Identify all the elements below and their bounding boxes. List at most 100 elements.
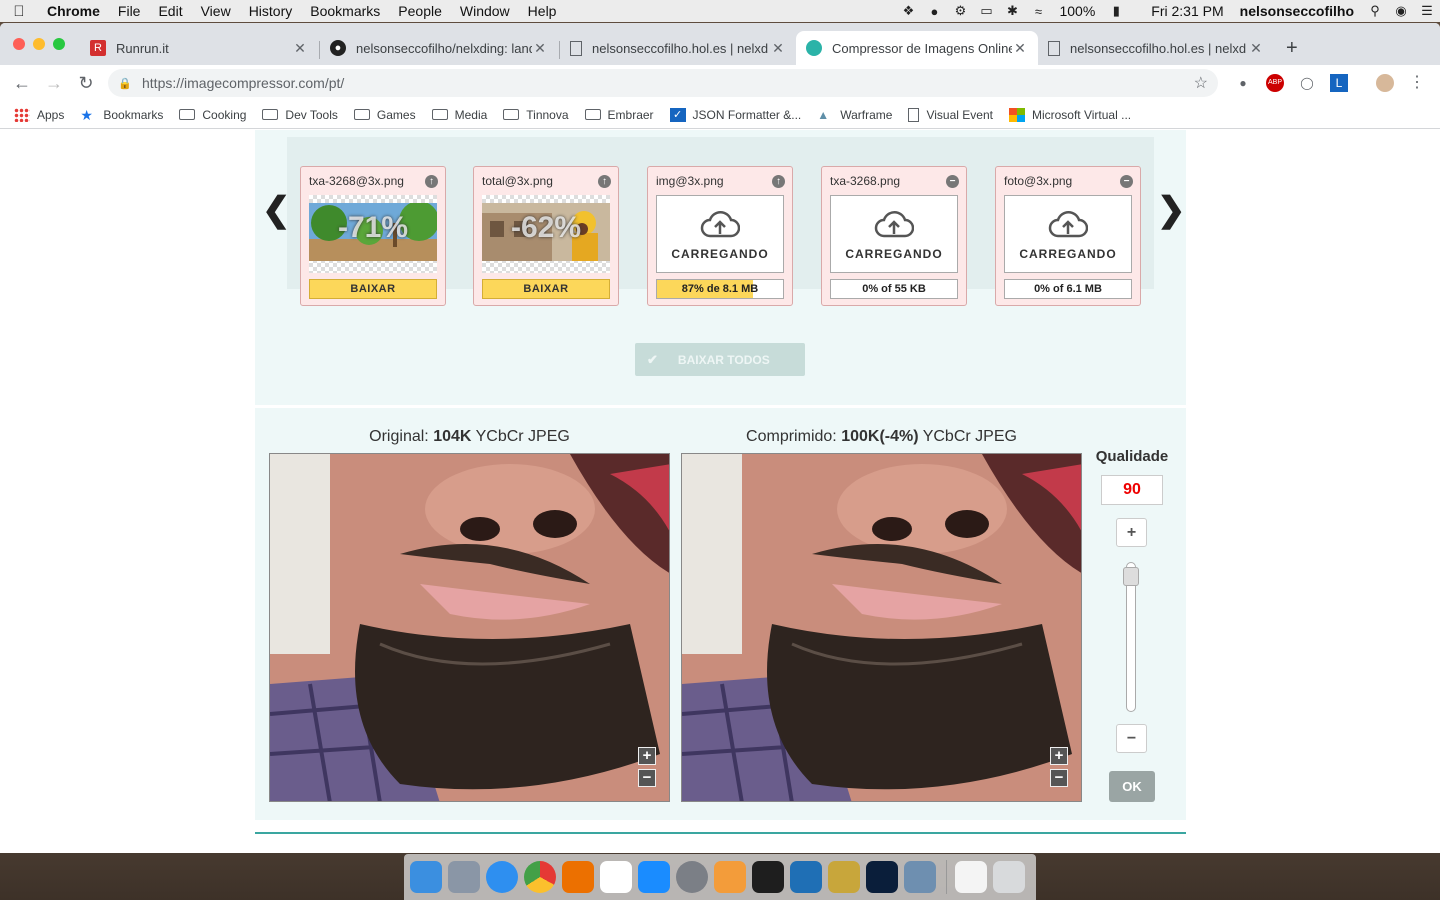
arrow-up-icon[interactable]: ↑	[425, 175, 438, 188]
vscode-icon[interactable]	[790, 861, 822, 893]
tab-nelxd-2[interactable]: nelsonseccofilho.hol.es | nelxd ✕	[1038, 31, 1274, 65]
bookmark-cooking[interactable]: Cooking	[179, 108, 246, 122]
menu-help[interactable]: Help	[519, 3, 566, 19]
itau-icon[interactable]	[562, 861, 594, 893]
transporter-icon[interactable]	[828, 861, 860, 893]
address-bar[interactable]: 🔒 https://imagecompressor.com/pt/ ☆	[108, 69, 1218, 97]
tab-compressor[interactable]: Compressor de Imagens Online ✕	[796, 31, 1038, 65]
photoshop-icon[interactable]	[866, 861, 898, 893]
close-tab-icon[interactable]: ✕	[532, 40, 548, 57]
bookmark-bookmarks[interactable]: ★ Bookmarks	[80, 108, 163, 122]
safari-icon[interactable]	[486, 861, 518, 893]
menu-kebab-icon[interactable]: ⋮	[1408, 74, 1426, 92]
user-name[interactable]: nelsonseccofilho	[1232, 3, 1362, 19]
bookmark-games[interactable]: Games	[353, 108, 416, 122]
quality-decrease-button[interactable]: −	[1116, 724, 1147, 753]
sync-icon[interactable]: ⚙	[947, 3, 973, 19]
menu-view[interactable]: View	[192, 3, 240, 19]
bookmark-json-formatter[interactable]: ✓ JSON Formatter &...	[669, 107, 801, 122]
adblock-icon[interactable]: ABP	[1266, 74, 1284, 92]
calendar-icon[interactable]	[600, 861, 632, 893]
menu-history[interactable]: History	[240, 3, 302, 19]
original-image-viewer[interactable]: + −	[269, 453, 670, 802]
bookmark-apps[interactable]: Apps	[14, 107, 64, 122]
transmit-icon[interactable]	[714, 861, 746, 893]
new-tab-button[interactable]: +	[1286, 37, 1298, 60]
terminal-icon[interactable]	[752, 861, 784, 893]
download-all-button[interactable]: ✔ BAIXAR TODOS	[635, 343, 805, 376]
ok-button[interactable]: OK	[1109, 771, 1155, 802]
close-tab-icon[interactable]: ✕	[1248, 40, 1264, 57]
zoom-window-button[interactable]	[53, 38, 65, 50]
tab-nelxd-1[interactable]: nelsonseccofilho.hol.es | nelxd ✕	[560, 31, 796, 65]
siri-icon[interactable]: ◉	[1388, 3, 1414, 19]
download-button[interactable]: BAIXAR	[482, 279, 610, 299]
airplay-icon[interactable]: ▭	[973, 3, 999, 19]
quality-increase-button[interactable]: +	[1116, 518, 1147, 547]
profile-avatar[interactable]	[1376, 74, 1394, 92]
prev-arrow-icon[interactable]: ❮	[262, 190, 291, 230]
tab-runrun[interactable]: R Runrun.it ✕	[80, 31, 318, 65]
reload-icon[interactable]: ↻	[74, 71, 98, 95]
zoom-out-button[interactable]: −	[638, 769, 656, 787]
apple-icon[interactable]: 	[0, 3, 38, 20]
zoom-in-button[interactable]: +	[1050, 747, 1068, 765]
url-text[interactable]: https://imagecompressor.com/pt/	[142, 75, 344, 91]
wifi-icon[interactable]: ≈	[1025, 4, 1051, 19]
launchpad-icon[interactable]	[448, 861, 480, 893]
arrow-up-icon[interactable]: ↑	[598, 175, 611, 188]
menu-bookmarks[interactable]: Bookmarks	[301, 3, 389, 19]
document-icon[interactable]	[955, 861, 987, 893]
extension-icon[interactable]: ◯	[1298, 74, 1316, 92]
app-store-icon[interactable]	[638, 861, 670, 893]
back-icon[interactable]: ←	[10, 71, 34, 95]
battery-percent[interactable]: 100%	[1051, 3, 1103, 19]
minimize-window-button[interactable]	[33, 38, 45, 50]
remove-icon[interactable]: −	[946, 175, 959, 188]
bookmark-microsoft-virtual[interactable]: Microsoft Virtual ...	[1008, 107, 1131, 122]
close-tab-icon[interactable]: ✕	[292, 40, 308, 57]
bookmark-dev-tools[interactable]: Dev Tools	[262, 108, 338, 122]
download-button[interactable]: BAIXAR	[309, 279, 437, 299]
system-preferences-icon[interactable]	[676, 861, 708, 893]
notification-center-icon[interactable]: ☰	[1414, 3, 1440, 19]
clock[interactable]: Fri 2:31 PM	[1143, 3, 1231, 19]
menu-window[interactable]: Window	[451, 3, 519, 19]
menu-people[interactable]: People	[389, 3, 451, 19]
bookmark-media[interactable]: Media	[431, 108, 487, 122]
quality-slider-handle[interactable]	[1123, 567, 1139, 586]
menu-edit[interactable]: Edit	[149, 3, 191, 19]
quality-input[interactable]: 90	[1101, 475, 1163, 505]
page-content: ❮ ❯ txa-3268@3x.png ↑ -71% BAIXAR total@…	[0, 130, 1440, 853]
extension-icon[interactable]: L	[1330, 74, 1348, 92]
bookmark-tinnova[interactable]: Tinnova	[503, 108, 569, 122]
close-tab-icon[interactable]: ✕	[770, 40, 786, 57]
arrow-up-icon[interactable]: ↑	[772, 175, 785, 188]
compressed-image-viewer[interactable]: + −	[681, 453, 1082, 802]
bookmark-warframe[interactable]: ▲ Warframe	[817, 108, 892, 122]
forward-icon[interactable]: →	[42, 71, 66, 95]
extension-icon[interactable]: ●	[1234, 74, 1252, 92]
remove-icon[interactable]: −	[1120, 175, 1133, 188]
bookmark-embraer[interactable]: Embraer	[584, 108, 654, 122]
zoom-in-button[interactable]: +	[638, 747, 656, 765]
tab-github[interactable]: ● nelsonseccofilho/nelxding: land ✕	[320, 31, 558, 65]
trash-icon[interactable]	[993, 861, 1025, 893]
close-tab-icon[interactable]: ✕	[1012, 40, 1028, 57]
dropbox-icon[interactable]: ❖	[895, 3, 921, 19]
menu-file[interactable]: File	[109, 3, 150, 19]
finder-icon[interactable]	[410, 861, 442, 893]
status-icon[interactable]: ●	[921, 4, 947, 19]
chrome-icon[interactable]	[524, 861, 556, 893]
lock-icon[interactable]: 🔒	[108, 77, 142, 90]
menu-app-name[interactable]: Chrome	[38, 3, 109, 19]
bookmark-visual-event[interactable]: Visual Event	[908, 107, 993, 122]
next-arrow-icon[interactable]: ❯	[1157, 190, 1186, 230]
preview-icon[interactable]	[904, 861, 936, 893]
zoom-out-button[interactable]: −	[1050, 769, 1068, 787]
bluetooth-icon[interactable]: ✱	[999, 3, 1025, 19]
spotlight-icon[interactable]: ⚲	[1362, 3, 1388, 19]
bookmark-star-icon[interactable]: ☆	[1194, 73, 1208, 93]
battery-icon[interactable]: ▮	[1103, 3, 1129, 19]
close-window-button[interactable]	[13, 38, 25, 50]
